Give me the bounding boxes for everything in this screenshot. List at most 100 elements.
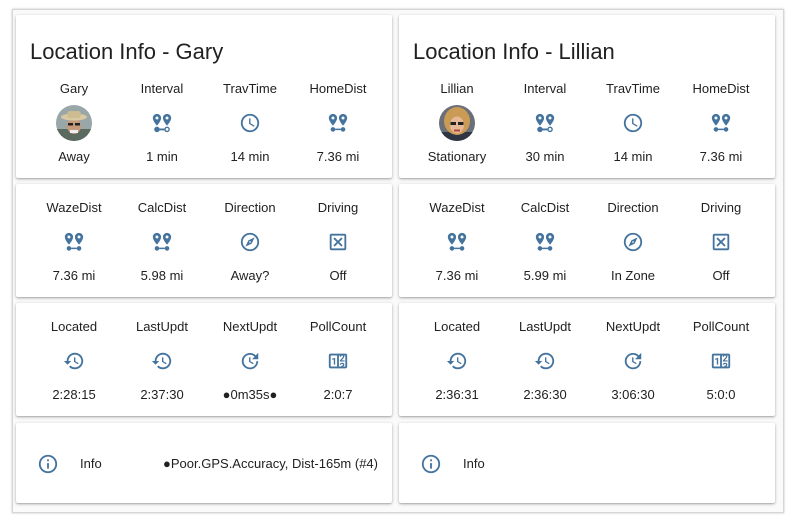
lillian-avatar (439, 105, 475, 141)
information-outline-icon (37, 453, 59, 475)
gary-update-card: Located 2:28:15 LastUpdt 2:37:30 NextUpd… (16, 303, 392, 416)
map-marker-multiple-icon (710, 112, 732, 134)
cell-value: Stationary (427, 149, 487, 164)
cell-label: Gary (59, 81, 89, 96)
cell-value: Away (58, 149, 90, 164)
gary-avatar (56, 105, 92, 141)
map-marker-multiple-icon (327, 112, 349, 134)
cell-label: Direction (224, 200, 276, 215)
counter-icon (710, 350, 732, 372)
lillian-calcdist-cell[interactable]: CalcDist 5.99 mi (501, 200, 589, 284)
lillian-pollcount-cell[interactable]: PollCount 5:0:0 (677, 319, 765, 403)
cell-label: Direction (607, 200, 659, 215)
cell-value: 7.36 mi (699, 149, 743, 164)
cell-value: 7.36 mi (52, 268, 96, 283)
history-icon (534, 350, 556, 372)
cell-label: Located (433, 319, 481, 334)
gary-card-title: Location Info - Gary (30, 39, 224, 64)
history-icon (63, 350, 85, 372)
gary-travtime-cell[interactable]: TravTime 14 min (206, 81, 294, 165)
compass-icon (622, 231, 644, 253)
cell-value: In Zone (610, 268, 656, 283)
cell-value: 3:06:30 (611, 387, 655, 402)
cell-label: Driving (317, 200, 359, 215)
cell-label: NextUpdt (605, 319, 661, 334)
cell-value: 2:36:30 (523, 387, 567, 402)
lillian-lastupdt-cell[interactable]: LastUpdt 2:36:30 (501, 319, 589, 403)
cell-value: ●0m35s● (222, 387, 278, 402)
close-box-icon (710, 231, 732, 253)
cell-label: PollCount (692, 319, 750, 334)
gary-interval-cell[interactable]: Interval 1 min (118, 81, 206, 165)
cell-label: WazeDist (429, 200, 485, 215)
cell-label: Driving (700, 200, 742, 215)
cell-label: Interval (523, 81, 567, 96)
gary-distance-card: WazeDist 7.36 mi CalcDist 5.98 mi Direct… (16, 184, 392, 297)
lillian-interval-cell[interactable]: Interval 30 min (501, 81, 589, 165)
cell-value: 2:0:7 (323, 387, 353, 402)
lillian-distance-card: WazeDist 7.36 mi CalcDist 5.99 mi Direct… (399, 184, 775, 297)
cell-label: Lillian (440, 81, 474, 96)
cell-value: 5:0:0 (706, 387, 736, 402)
update-icon (622, 350, 644, 372)
cell-label: WazeDist (46, 200, 102, 215)
lillian-direction-cell[interactable]: Direction In Zone (589, 200, 677, 284)
lillian-located-cell[interactable]: Located 2:36:31 (413, 319, 501, 403)
gary-nextupdt-cell[interactable]: NextUpdt ●0m35s● (206, 319, 294, 403)
cell-value: 1 min (146, 149, 178, 164)
lillian-driving-cell[interactable]: Driving Off (677, 200, 765, 284)
cell-value: 7.36 mi (435, 268, 479, 283)
cell-value: Off (329, 268, 347, 283)
cell-label: Located (50, 319, 98, 334)
cell-label: PollCount (309, 319, 367, 334)
history-icon (446, 350, 468, 372)
clock-icon (622, 112, 644, 134)
gary-header-card: Location Info - Gary Gary Away Interval … (16, 15, 392, 178)
cell-value: Off (712, 268, 730, 283)
cell-value: 2:37:30 (140, 387, 184, 402)
cell-label: TravTime (223, 81, 277, 96)
cell-label: LastUpdt (518, 319, 572, 334)
gary-homedist-cell[interactable]: HomeDist 7.36 mi (294, 81, 382, 165)
gary-direction-cell[interactable]: Direction Away? (206, 200, 294, 284)
cell-value: 2:36:31 (435, 387, 479, 402)
gary-person-cell[interactable]: Gary Away (30, 81, 118, 165)
history-icon (151, 350, 173, 372)
information-outline-icon (420, 453, 442, 475)
update-icon (239, 350, 261, 372)
lillian-nextupdt-cell[interactable]: NextUpdt 3:06:30 (589, 319, 677, 403)
close-box-icon (327, 231, 349, 253)
lillian-info-row[interactable]: Info (399, 423, 775, 503)
gary-info-card: Info ●Poor.GPS.Accuracy, Dist-165m (#4) (16, 423, 392, 503)
cell-value: Away? (230, 268, 270, 283)
gary-calcdist-cell[interactable]: CalcDist 5.98 mi (118, 200, 206, 284)
gary-wazedist-cell[interactable]: WazeDist 7.36 mi (30, 200, 118, 284)
lillian-homedist-cell[interactable]: HomeDist 7.36 mi (677, 81, 765, 165)
lillian-person-cell[interactable]: Lillian Stationary (413, 81, 501, 165)
lillian-travtime-cell[interactable]: TravTime 14 min (589, 81, 677, 165)
gary-located-cell[interactable]: Located 2:28:15 (30, 319, 118, 403)
map-marker-multiple-icon (534, 231, 556, 253)
gary-driving-cell[interactable]: Driving Off (294, 200, 382, 284)
counter-icon (327, 350, 349, 372)
gary-lastupdt-cell[interactable]: LastUpdt 2:37:30 (118, 319, 206, 403)
lillian-wazedist-cell[interactable]: WazeDist 7.36 mi (413, 200, 501, 284)
gary-info-row[interactable]: Info ●Poor.GPS.Accuracy, Dist-165m (#4) (16, 423, 392, 503)
clock-icon (239, 112, 261, 134)
lillian-info-card: Info (399, 423, 775, 503)
compass-icon (239, 231, 261, 253)
info-label: Info (80, 456, 102, 471)
map-marker-distance-icon (534, 112, 556, 134)
gary-pollcount-cell[interactable]: PollCount 2:0:7 (294, 319, 382, 403)
info-value: ●Poor.GPS.Accuracy, Dist-165m (#4) (163, 456, 378, 471)
cell-value: 14 min (613, 149, 653, 164)
cell-label: CalcDist (137, 200, 187, 215)
cell-value: 5.99 mi (523, 268, 567, 283)
cell-label: TravTime (606, 81, 660, 96)
lillian-header-card: Location Info - Lillian Lillian Stationa… (399, 15, 775, 178)
cell-value: 2:28:15 (52, 387, 96, 402)
cell-label: HomeDist (692, 81, 750, 96)
map-marker-multiple-icon (446, 231, 468, 253)
cell-label: CalcDist (520, 200, 570, 215)
cell-label: HomeDist (309, 81, 367, 96)
